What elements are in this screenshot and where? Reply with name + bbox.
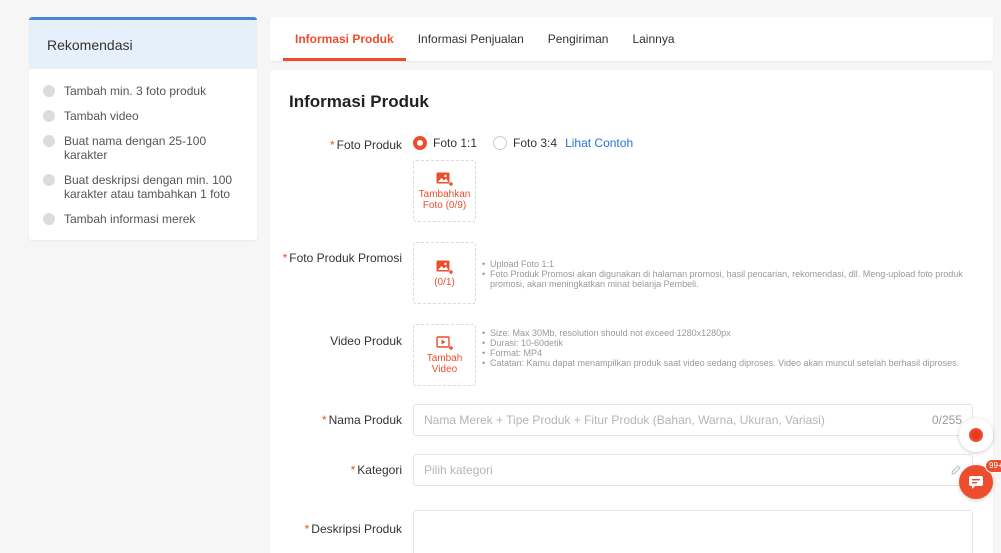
deskripsi-produk-label: * Deskripsi Produk xyxy=(270,522,402,536)
recommendation-item: Buat deskripsi dengan min. 100 karakter … xyxy=(43,173,247,201)
recommendation-item-label: Buat deskripsi dengan min. 100 karakter … xyxy=(64,173,233,201)
status-dot-icon xyxy=(43,213,55,225)
tab-informasi-penjualan[interactable]: Informasi Penjualan xyxy=(406,17,536,61)
deskripsi-produk-textarea[interactable] xyxy=(413,510,973,553)
nama-produk-field: 0/255 xyxy=(413,404,973,436)
chat-icon xyxy=(969,475,983,489)
promo-photo-notes: Upload Foto 1:1 Foto Produk Promosi akan… xyxy=(482,259,972,289)
recommendation-panel: Rekomendasi Tambah min. 3 foto produk Ta… xyxy=(29,17,257,240)
recommendation-item: Tambah video xyxy=(43,109,247,123)
required-mark: * xyxy=(304,522,310,536)
nama-produk-input[interactable] xyxy=(424,413,932,427)
image-add-icon xyxy=(436,260,453,274)
image-add-icon xyxy=(436,172,453,186)
note-item: Catatan: Kamu dapat menampilkan produk s… xyxy=(482,358,962,368)
required-mark: * xyxy=(350,463,356,477)
radio-foto-3-4-label: Foto 3:4 xyxy=(513,136,558,150)
product-info-card: Informasi Produk * Foto Produk Foto 1:1 F… xyxy=(270,70,993,553)
recommendation-item-label: Tambah min. 3 foto produk xyxy=(64,84,207,98)
tab-lainnya[interactable]: Lainnya xyxy=(620,17,686,61)
radio-foto-1-1-label: Foto 1:1 xyxy=(433,136,478,150)
note-item: Size: Max 30Mb, resolution should not ex… xyxy=(482,328,962,338)
status-dot-icon xyxy=(43,110,55,122)
required-mark: * xyxy=(329,138,335,152)
add-video-button[interactable]: Tambah Video xyxy=(413,324,476,386)
deskripsi-produk-label-text: Deskripsi Produk xyxy=(311,522,402,536)
recommendation-title: Rekomendasi xyxy=(29,17,257,69)
status-dot-icon xyxy=(43,135,55,147)
foto-produk-label-text: Foto Produk xyxy=(336,138,402,152)
note-item: Durasi: 10-60detik xyxy=(482,338,962,348)
kategori-input[interactable] xyxy=(424,463,950,477)
add-promo-photo-label: (0/1) xyxy=(434,276,455,288)
page: Rekomendasi Tambah min. 3 foto produk Ta… xyxy=(0,0,1001,553)
form-tabs: Informasi Produk Informasi Penjualan Pen… xyxy=(270,17,993,61)
record-icon xyxy=(969,428,983,442)
recommendation-list: Tambah min. 3 foto produk Tambah video B… xyxy=(29,69,257,226)
video-notes: Size: Max 30Mb, resolution should not ex… xyxy=(482,328,962,368)
add-promo-photo-button[interactable]: (0/1) xyxy=(413,242,476,304)
recommendation-item: Tambah informasi merek xyxy=(43,212,247,226)
radio-checked-icon xyxy=(413,136,427,150)
video-add-icon xyxy=(435,336,453,350)
tab-pengiriman[interactable]: Pengiriman xyxy=(536,17,621,61)
add-photo-label: Tambahkan Foto (0/9) xyxy=(418,189,471,211)
recommendation-item: Tambah min. 3 foto produk xyxy=(43,84,247,98)
floating-action-button[interactable] xyxy=(959,418,993,452)
note-item: Format: MP4 xyxy=(482,348,962,358)
lihat-contoh-link[interactable]: Lihat Contoh xyxy=(565,136,633,150)
kategori-field[interactable] xyxy=(413,454,973,486)
foto-produk-label: * Foto Produk xyxy=(270,138,402,152)
recommendation-item-label: Tambah video xyxy=(64,109,139,123)
note-item: Upload Foto 1:1 xyxy=(482,259,972,269)
foto-ratio-radio-group: Foto 1:1 Foto 3:4 Lihat Contoh xyxy=(413,136,633,150)
required-mark: * xyxy=(282,251,288,265)
nama-produk-label: * Nama Produk xyxy=(270,413,402,427)
char-counter: 0/255 xyxy=(931,413,962,427)
chat-badge: 99+ xyxy=(985,459,1001,473)
note-item: Foto Produk Promosi akan digunakan di ha… xyxy=(482,269,972,289)
recommendation-item-label: Buat nama dengan 25-100 karakter xyxy=(64,134,207,162)
required-mark: * xyxy=(321,413,327,427)
kategori-label-text: Kategori xyxy=(357,463,402,477)
section-title: Informasi Produk xyxy=(289,92,429,111)
recommendation-item: Buat nama dengan 25-100 karakter xyxy=(43,134,247,162)
video-produk-label-text: Video Produk xyxy=(330,334,402,348)
foto-promosi-label-text: Foto Produk Promosi xyxy=(289,251,402,265)
tab-informasi-produk[interactable]: Informasi Produk xyxy=(283,17,406,61)
status-dot-icon xyxy=(43,174,55,186)
video-produk-label: Video Produk xyxy=(270,334,402,348)
radio-unchecked-icon xyxy=(493,136,508,150)
add-photo-button[interactable]: Tambahkan Foto (0/9) xyxy=(413,160,476,222)
recommendation-item-label: Tambah informasi merek xyxy=(64,212,196,226)
foto-promosi-label: * Foto Produk Promosi xyxy=(270,251,402,265)
status-dot-icon xyxy=(43,85,55,97)
kategori-label: * Kategori xyxy=(270,463,402,477)
add-video-label: Tambah Video xyxy=(426,353,463,375)
radio-foto-1-1[interactable]: Foto 1:1 xyxy=(413,136,477,150)
radio-foto-3-4[interactable]: Foto 3:4 xyxy=(493,136,557,150)
nama-produk-label-text: Nama Produk xyxy=(328,413,402,427)
